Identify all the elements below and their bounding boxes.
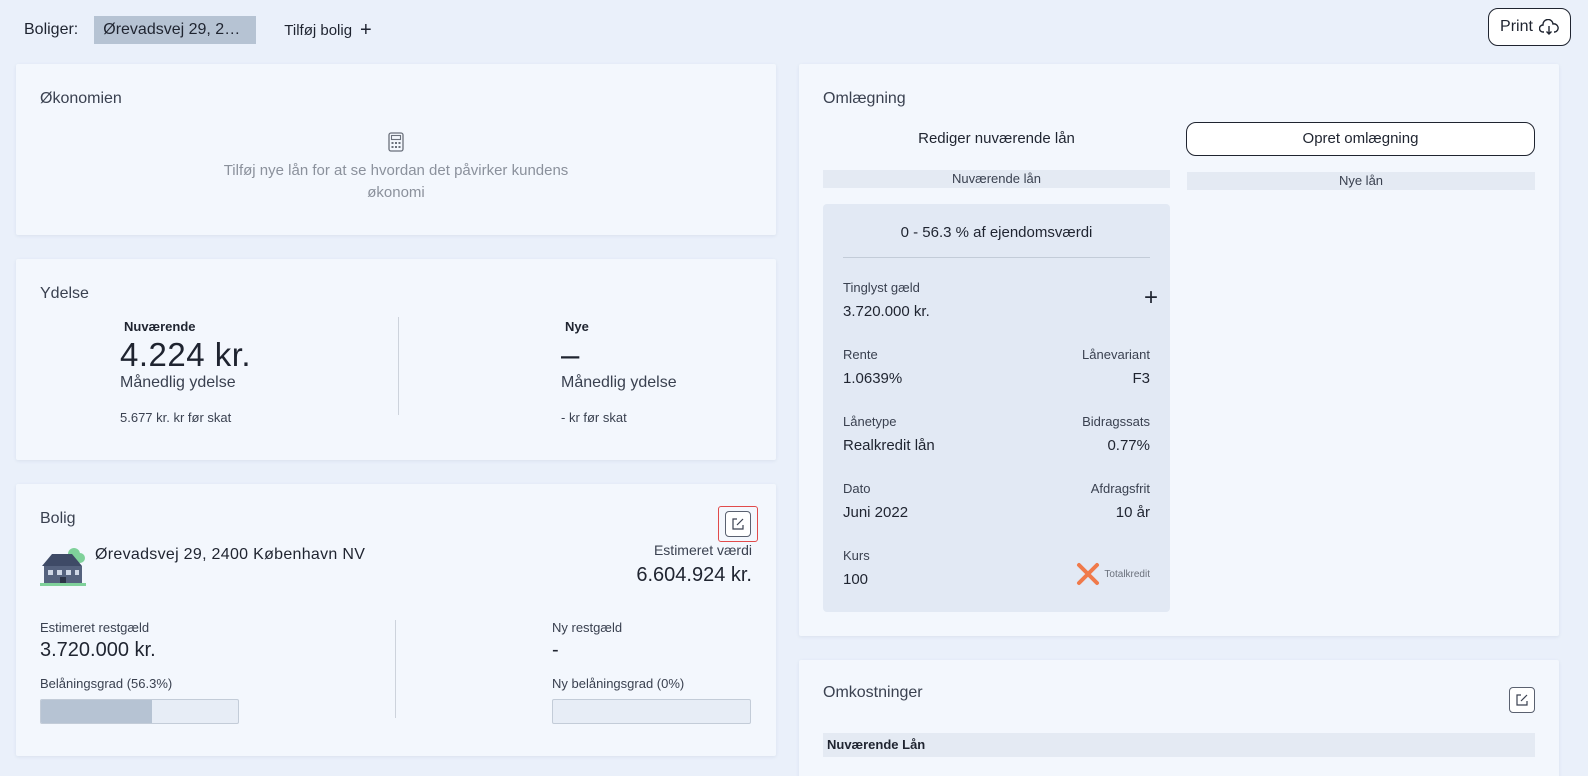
house-icon [40,548,86,586]
rente-label: Rente [843,347,878,362]
new-loans-header: Nye lån [1187,172,1535,190]
payment-current-value: 4.224 kr. [120,336,252,373]
tinglyst-value: 3.720.000 kr. [843,303,930,320]
edit-icon [732,518,744,530]
payment-new-header: Nye [565,319,589,334]
payment-new-value: – [561,336,580,373]
cloud-download-icon [1538,19,1559,35]
properties-label: Boliger: [24,21,79,38]
date-label: Dato [843,481,871,496]
costs-title: Omkostninger [823,684,923,701]
payment-card: Ydelse Nuværende 4.224 kr. Månedlig ydel… [16,259,776,460]
costs-card: Omkostninger Nuværende Lån [799,660,1559,776]
refinancing-card: Omlægning Rediger nuværende lån Opret om… [799,64,1559,636]
kurs-label: Kurs [843,548,870,563]
economy-title: Økonomien [40,90,122,107]
loan-card[interactable]: 0 - 56.3 % af ejendomsværdi Tinglyst gæl… [823,204,1170,612]
divider [398,317,399,415]
payment-current-sub: Månedlig ydelse [120,374,236,391]
divider [395,620,396,718]
lender-logo: Totalkredit [1076,562,1150,586]
estimated-debt-label: Estimeret restgæld [40,620,150,635]
economy-empty-message: Tilføj nye lån for at se hvordan det påv… [223,162,569,201]
print-button[interactable]: Print [1488,8,1571,46]
add-loan-plus-icon[interactable]: + [1144,286,1158,310]
new-ltv-label: Ny belåningsgrad (0%) [552,676,685,691]
payment-new-sub: Månedlig ydelse [561,374,677,391]
plus-icon: + [360,19,372,41]
payment-new-before-tax: - kr før skat [561,410,627,425]
variant-value: F3 [1132,370,1150,387]
edit-costs-button[interactable] [1509,687,1535,713]
edit-current-loan-tab[interactable]: Rediger nuværende lån [823,122,1170,156]
payment-new: Nye – Månedlig ydelse - kr før skat [561,319,677,425]
ltv-bar-fill [41,700,152,723]
top-bar: Boliger: Ørevadsvej 29, 2400 København N… [24,12,1570,48]
print-label: Print [1500,18,1533,35]
bidrag-value: 0.77% [1107,437,1150,454]
refinancing-title: Omlægning [823,90,906,107]
ltv-label: Belåningsgrad (56.3%) [40,676,173,691]
create-refinancing-button[interactable]: Opret omlægning [1186,122,1535,156]
tinglyst-label: Tinglyst gæld [843,280,920,295]
payment-current: Nuværende 4.224 kr. Månedlig ydelse 5.67… [120,319,251,425]
property-card: Bolig Ørevadsvej 29, 2400 København NV E… [16,484,776,756]
property-new: Ny restgæld - Ny belåningsgrad (0%) [552,620,751,724]
payment-current-before-tax: 5.677 kr. kr før skat [120,410,232,425]
add-property-label: Tilføj bolig [284,21,353,39]
current-loans-header: Nuværende lån [823,170,1170,188]
variant-label: Lånevariant [1082,347,1150,362]
lender-name: Totalkredit [1104,568,1150,580]
estimated-value-label: Estimeret værdi [653,542,752,558]
interest-only-value: 10 år [1115,504,1150,521]
add-property-button[interactable]: Tilføj bolig + [284,19,372,41]
kurs-value: 100 [843,571,869,588]
estimated-debt-value: 3.720.000 kr. [40,639,156,661]
interest-only-label: Afdragsfrit [1090,481,1150,496]
payment-current-header: Nuværende [124,319,196,334]
new-debt-label: Ny restgæld [552,620,623,635]
date-value: Juni 2022 [843,504,909,521]
property-title: Bolig [40,510,76,527]
selected-property-tag[interactable]: Ørevadsvej 29, 2400 København NV [94,16,257,44]
loan-range: 0 - 56.3 % af ejendomsværdi [843,224,1150,258]
estimated-value: 6.604.924 kr. [636,564,752,586]
totalkredit-x-icon [1077,563,1100,585]
ltv-bar [40,699,239,724]
new-ltv-bar [552,699,751,724]
loan-type-value: Realkredit lån [843,437,935,454]
payment-title: Ydelse [40,285,89,302]
edit-icon [1516,694,1528,706]
bidrag-label: Bidragssats [1082,414,1150,429]
loan-type-label: Lånetype [843,414,897,429]
property-address: Ørevadsvej 29, 2400 København NV [95,546,366,563]
property-current: Estimeret restgæld 3.720.000 kr. Belånin… [40,620,239,724]
costs-current-loans-header: Nuværende Lån [823,733,1535,757]
rente-value: 1.0639% [843,370,903,387]
new-debt-value: - [552,639,559,661]
economy-card: Økonomien Tilføj nye lån for at se hvord… [16,64,776,235]
calculator-icon [388,132,404,152]
edit-property-button[interactable] [725,511,751,537]
